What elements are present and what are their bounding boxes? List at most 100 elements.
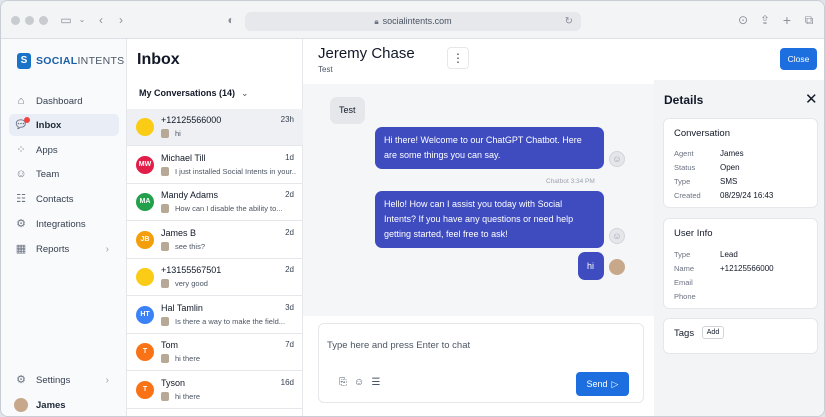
sidebar-item-label: Settings	[36, 374, 71, 386]
conversation-item[interactable]: +12125566000 23h hi	[127, 109, 303, 146]
conversation-card: Conversation Agent James Status Open Typ…	[663, 118, 818, 208]
chat-panel: Jeremy Chase Test Test Hi there! Welcome…	[303, 39, 654, 416]
detail-key: Type	[674, 250, 691, 259]
conversation-preview-row: Is there a way to make the field...	[161, 316, 296, 326]
conversation-item[interactable]: JB James B 2d see this?	[127, 222, 303, 259]
sidebar-item-integrations[interactable]: ⚙ Integrations	[9, 213, 119, 235]
add-tag-button[interactable]: Add	[702, 326, 724, 339]
reload-icon[interactable]: ↻	[565, 12, 573, 31]
close-icon[interactable]: ✕	[805, 90, 818, 108]
detail-value: Open	[720, 163, 740, 172]
sidebar-item-contacts[interactable]: ☷ Contacts	[9, 188, 119, 210]
sidebar-item-label: Inbox	[36, 119, 62, 131]
conversation-filter-dropdown[interactable]: My Conversations (14) ⌄	[139, 88, 249, 99]
send-label: Send	[586, 379, 608, 389]
back-icon[interactable]: ‹	[93, 12, 109, 28]
sidebar-item-team[interactable]: ☺ Team	[9, 163, 119, 185]
conversation-preview-row: hi there	[161, 391, 296, 401]
conversation-preview: How can I disable the ability to...	[175, 204, 283, 213]
gear-icon: ⚙	[16, 374, 26, 386]
avatar: MA	[136, 193, 154, 211]
conversation-item[interactable]: T Tyson 16d hi there	[127, 372, 303, 409]
close-conversation-button[interactable]: Close	[780, 48, 817, 70]
avatar	[136, 118, 154, 136]
detail-value: +12125566000	[720, 264, 774, 273]
chevron-down-icon[interactable]: ⌄	[74, 12, 90, 28]
apps-icon: ⁘	[16, 144, 26, 156]
emoji-icon[interactable]: ☺	[353, 377, 365, 389]
contact-name: Jeremy Chase	[318, 45, 415, 62]
avatar: T	[136, 380, 154, 399]
current-user[interactable]: James	[14, 398, 66, 412]
browser-window: ▭ ⌄ ‹ › ◐ 🔒︎ socialintents.com ↻ ⊙ ⇪ + ⧉ …	[0, 0, 825, 417]
conversation-item[interactable]: MA Mandy Adams 2d How can I disable the abi…	[127, 184, 303, 221]
sidebar-item-label: Dashboard	[36, 95, 83, 107]
agent-mini-avatar	[161, 354, 169, 363]
new-tab-icon[interactable]: +	[779, 12, 795, 28]
conversation-preview: I just installed Social Intents in your.…	[175, 166, 296, 176]
conversation-item[interactable]: T Tom 7d hi there	[127, 334, 303, 371]
card-title: Tags	[674, 328, 695, 339]
sidebar-item-settings[interactable]: ⚙ Settings ›	[9, 369, 119, 391]
sidebar-item-dashboard[interactable]: ⌂ Dashboard	[9, 90, 119, 112]
team-icon: ☺	[15, 168, 27, 180]
download-icon[interactable]: ⊙	[735, 12, 751, 28]
conversation-preview-row: I just installed Social Intents in your.…	[161, 166, 296, 176]
detail-key: Status	[674, 163, 696, 172]
agent-mini-avatar	[161, 129, 169, 138]
message-outgoing-bot: Hi there! Welcome to our ChatGPT Chatbot…	[375, 127, 604, 169]
url-text: socialintents.com	[382, 16, 452, 26]
send-icon: ▷	[611, 378, 619, 389]
reports-icon: ▦	[15, 243, 27, 255]
conversation-name: +12125566000	[161, 115, 222, 125]
bot-avatar-icon: ☺	[609, 228, 625, 244]
conversation-preview: hi there	[175, 354, 201, 363]
chevron-down-icon: ⌄	[241, 88, 249, 98]
send-button[interactable]: Send ▷	[576, 372, 629, 396]
tab-overview-icon[interactable]: ⧉	[801, 12, 817, 28]
conversation-item[interactable]: MW Michael Till 1d I just installed Social …	[127, 147, 303, 184]
sidebar-item-reports[interactable]: ▦ Reports ›	[9, 238, 119, 260]
window-zoom-dot[interactable]	[39, 16, 48, 25]
list-icon[interactable]: ☰	[370, 377, 382, 389]
detail-value: Lead	[720, 250, 738, 259]
conversation-preview: see this?	[175, 241, 206, 251]
inbox-panel: Inbox My Conversations (14) ⌄ +1212556600…	[127, 39, 303, 416]
message-composer: ⎘ ☺ ☰ Send▷	[318, 323, 644, 403]
detail-key: Type	[674, 177, 691, 186]
sidebar: S SOCIALINTENTS ⌂ Dashboard 💬︎ Inbox ⁘ A…	[1, 39, 127, 416]
conversation-preview-row: very good	[161, 279, 296, 288]
conversation-item[interactable]: HT Hal Tamlin 3d Is there a way to make the…	[127, 297, 303, 334]
message-thread[interactable]: Test Hi there! Welcome to our ChatGPT Ch…	[303, 84, 654, 316]
conversation-name: Mandy Adams	[161, 190, 219, 200]
sidebar-item-inbox[interactable]: 💬︎ Inbox	[9, 114, 119, 136]
browser-toolbar: ▭ ⌄ ‹ › ◐ 🔒︎ socialintents.com ↻ ⊙ ⇪ + ⧉	[1, 1, 824, 39]
conversation-name: Hal Tamlin	[161, 302, 203, 313]
lock-icon: 🔒︎	[374, 17, 379, 26]
privacy-shield-icon[interactable]: ◐	[223, 12, 239, 28]
conversation-item[interactable]: +13155567501 2d very good	[127, 259, 303, 296]
window-minimize-dot[interactable]	[25, 16, 34, 25]
message-input[interactable]	[327, 334, 627, 356]
conversation-name: James B	[161, 227, 197, 238]
address-bar[interactable]: 🔒︎ socialintents.com ↻	[245, 12, 581, 31]
avatar: T	[136, 343, 154, 361]
brand-logo[interactable]: S SOCIALINTENTS	[17, 52, 125, 70]
message-meta: Chatbot 3:34 PM	[546, 178, 595, 185]
forward-icon[interactable]: ›	[113, 12, 129, 28]
paperclip-icon[interactable]: ⎘	[337, 377, 349, 389]
logo-text-light: INTENTS	[77, 55, 125, 67]
agent-mini-avatar	[161, 279, 169, 288]
share-icon[interactable]: ⇪	[757, 12, 773, 28]
unread-badge	[24, 117, 30, 123]
conversation-time: 3d	[285, 302, 294, 312]
tags-card: Tags Add	[663, 318, 818, 354]
sidebar-item-apps[interactable]: ⁘ Apps	[9, 139, 119, 161]
conversation-time: 2d	[285, 190, 294, 199]
conversation-name: +13155567501	[161, 265, 222, 275]
conversation-preview-row: hi	[161, 129, 296, 138]
window-close-dot[interactable]	[11, 16, 20, 25]
sidebar-toggle-icon[interactable]: ▭	[58, 12, 74, 28]
more-options-icon[interactable]: ⋮	[447, 47, 469, 69]
integrations-icon: ⚙	[16, 218, 26, 230]
